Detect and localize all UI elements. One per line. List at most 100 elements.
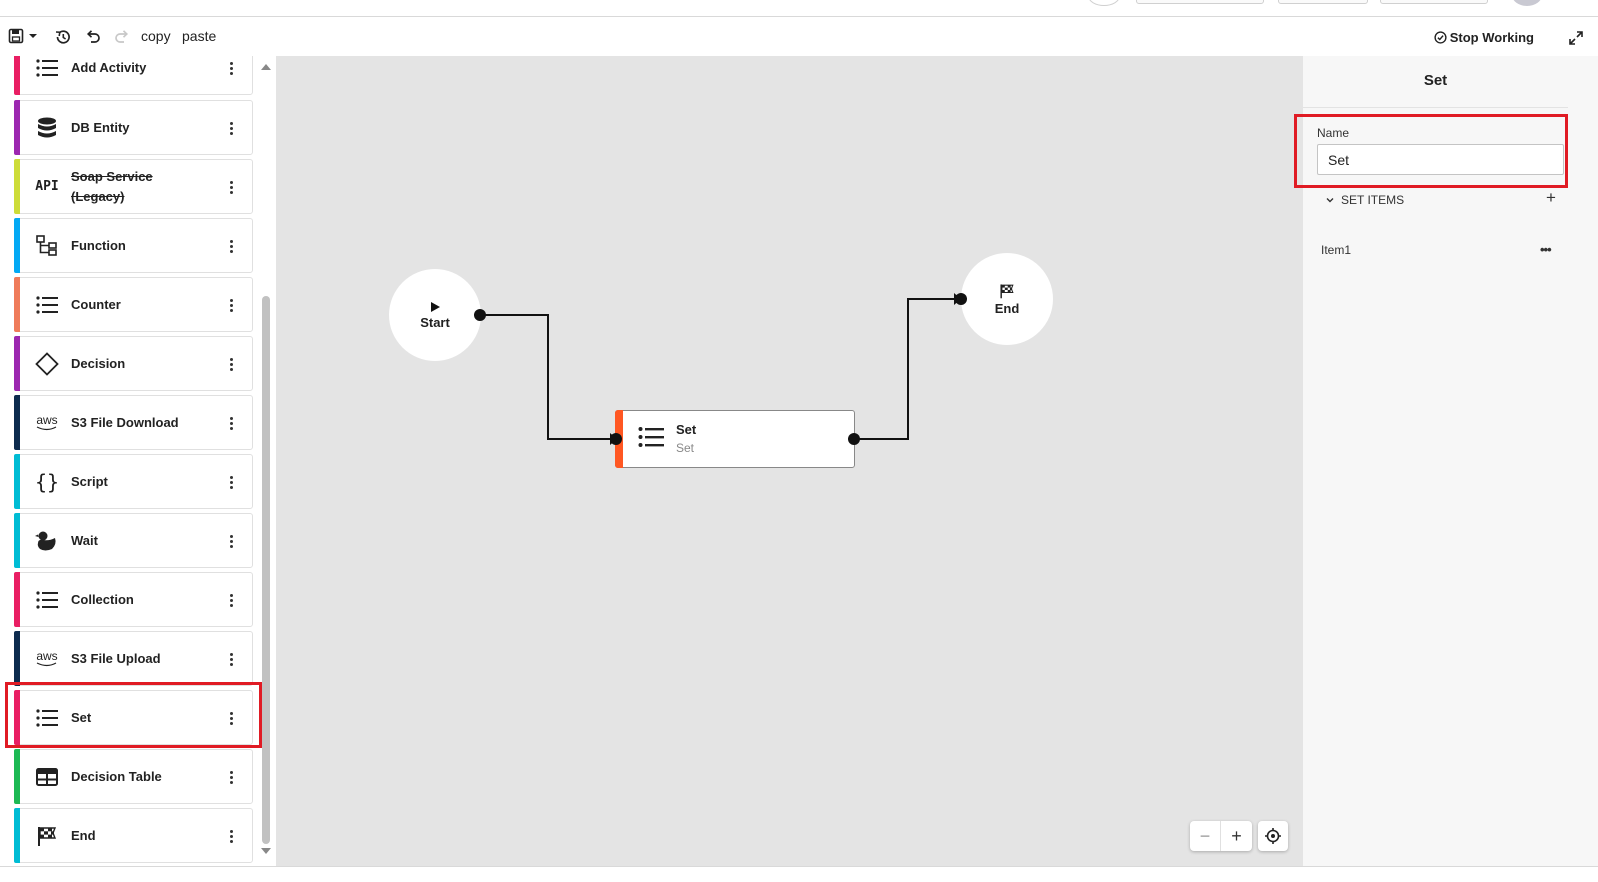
more-vert-icon[interactable]: [228, 413, 234, 433]
palette-scrollbar[interactable]: [258, 56, 274, 866]
more-vert-icon[interactable]: [228, 826, 234, 846]
palette-item-counter[interactable]: Counter: [14, 277, 253, 332]
start-node[interactable]: Start: [389, 269, 481, 361]
palette-item-label: Add Activity: [71, 59, 147, 75]
undo-icon: [86, 30, 100, 43]
list-icon: [638, 426, 664, 453]
more-vert-icon[interactable]: [228, 531, 234, 551]
flow-canvas[interactable]: Start End Set Set − +: [276, 56, 1303, 866]
more-vert-icon[interactable]: [228, 649, 234, 669]
top-circle-button[interactable]: [1088, 0, 1120, 6]
palette-item-soap-service[interactable]: API Soap Service (Legacy): [14, 159, 253, 214]
palette-item-label: S3 File Download: [71, 414, 179, 430]
table-icon: [35, 765, 59, 789]
palette-item-script[interactable]: {} Script: [14, 454, 253, 509]
paste-button[interactable]: paste: [182, 28, 216, 44]
history-button[interactable]: [54, 28, 72, 46]
scroll-down-icon[interactable]: [261, 848, 271, 854]
palette-item-label: Function: [71, 237, 126, 253]
start-output-port[interactable]: [474, 309, 486, 321]
checkered-flag-icon: [35, 824, 59, 848]
recenter-button[interactable]: [1258, 821, 1288, 851]
checkered-flag-icon: [1000, 283, 1014, 298]
more-vert-icon[interactable]: [228, 767, 234, 787]
save-button[interactable]: [8, 28, 39, 44]
palette-item-db-entity[interactable]: DB Entity: [14, 100, 253, 155]
crosshair-icon: [1265, 828, 1281, 844]
more-vert-icon[interactable]: [228, 354, 234, 374]
palette-item-label: Wait: [71, 532, 98, 548]
palette-item-label: Soap Service (Legacy): [71, 168, 153, 204]
end-node-label: End: [994, 300, 1020, 316]
copy-button[interactable]: copy: [141, 28, 171, 44]
more-vert-icon[interactable]: [228, 236, 234, 256]
function-tree-icon: [35, 234, 59, 258]
palette-item-label: Counter: [71, 296, 121, 312]
set-node-title: Set: [676, 422, 697, 437]
palette-item-function[interactable]: Function: [14, 218, 253, 273]
palette-item-label: DB Entity: [71, 119, 130, 135]
palette-color-bar: [14, 336, 20, 391]
end-input-port[interactable]: [955, 293, 967, 305]
bottom-strip: [0, 866, 1598, 882]
more-vert-icon[interactable]: [228, 295, 234, 315]
palette-item-label: Decision: [71, 355, 126, 371]
palette-color-bar: [14, 808, 20, 863]
set-node[interactable]: Set Set: [615, 410, 855, 468]
undo-button[interactable]: [85, 28, 101, 44]
palette-color-bar: [14, 572, 20, 627]
palette-item-decision[interactable]: Decision: [14, 336, 253, 391]
fullscreen-button[interactable]: [1568, 30, 1584, 51]
palette-item-s3-file-upload[interactable]: aws S3 File Upload: [14, 631, 253, 686]
stop-working-button[interactable]: Stop Working: [1434, 30, 1534, 45]
save-icon: [8, 28, 24, 44]
more-vert-icon[interactable]: [228, 472, 234, 492]
set-items-section-toggle[interactable]: SET ITEMS: [1325, 193, 1404, 207]
more-vert-icon[interactable]: [228, 58, 234, 78]
more-vert-icon[interactable]: [228, 177, 234, 197]
braces-icon: {}: [34, 469, 60, 494]
set-item[interactable]: Item1: [1321, 243, 1351, 257]
top-button-1[interactable]: [1136, 0, 1264, 4]
set-output-port[interactable]: [848, 433, 860, 445]
more-horiz-icon[interactable]: •••: [1540, 242, 1552, 257]
redo-button[interactable]: [114, 28, 130, 44]
end-node[interactable]: End: [961, 253, 1053, 345]
chevron-down-icon[interactable]: [27, 30, 39, 42]
zoom-out-button[interactable]: −: [1190, 821, 1221, 851]
zoom-in-button[interactable]: +: [1221, 821, 1252, 851]
list-icon: [35, 56, 59, 80]
palette-color-bar: [14, 56, 20, 95]
set-input-port[interactable]: [610, 433, 622, 445]
top-button-2[interactable]: [1278, 0, 1368, 4]
palette-item-s3-file-download[interactable]: aws S3 File Download: [14, 395, 253, 450]
palette-color-bar: [14, 100, 20, 155]
scroll-thumb[interactable]: [262, 296, 270, 844]
add-set-item-button[interactable]: +: [1546, 188, 1556, 208]
scroll-up-icon[interactable]: [261, 64, 271, 70]
palette-color-bar: [14, 218, 20, 273]
top-app-bar: [0, 0, 1598, 17]
top-button-3[interactable]: [1380, 0, 1488, 4]
activity-palette: Add Activity DB Entity API Soap Service …: [0, 56, 276, 882]
palette-item-label: S3 File Upload: [71, 650, 161, 666]
palette-item-label: Script: [71, 473, 108, 489]
palette-item-add-activity[interactable]: Add Activity: [14, 56, 253, 95]
aws-icon: aws: [35, 411, 59, 435]
palette-item-end[interactable]: End: [14, 808, 253, 863]
palette-color-bar: [14, 749, 20, 804]
list-icon: [35, 293, 59, 317]
palette-item-collection[interactable]: Collection: [14, 572, 253, 627]
palette-item-decision-table[interactable]: Decision Table: [14, 749, 253, 804]
avatar[interactable]: [1512, 0, 1542, 6]
palette-color-bar: [14, 454, 20, 509]
history-icon: [55, 30, 70, 44]
palette-item-wait[interactable]: Wait: [14, 513, 253, 568]
more-vert-icon[interactable]: [228, 590, 234, 610]
palette-color-bar: [14, 631, 20, 686]
start-node-label: Start: [420, 314, 450, 330]
chevron-down-icon: [1326, 198, 1334, 203]
more-vert-icon[interactable]: [228, 118, 234, 138]
expand-icon: [1569, 31, 1583, 45]
diamond-icon: [35, 351, 59, 376]
